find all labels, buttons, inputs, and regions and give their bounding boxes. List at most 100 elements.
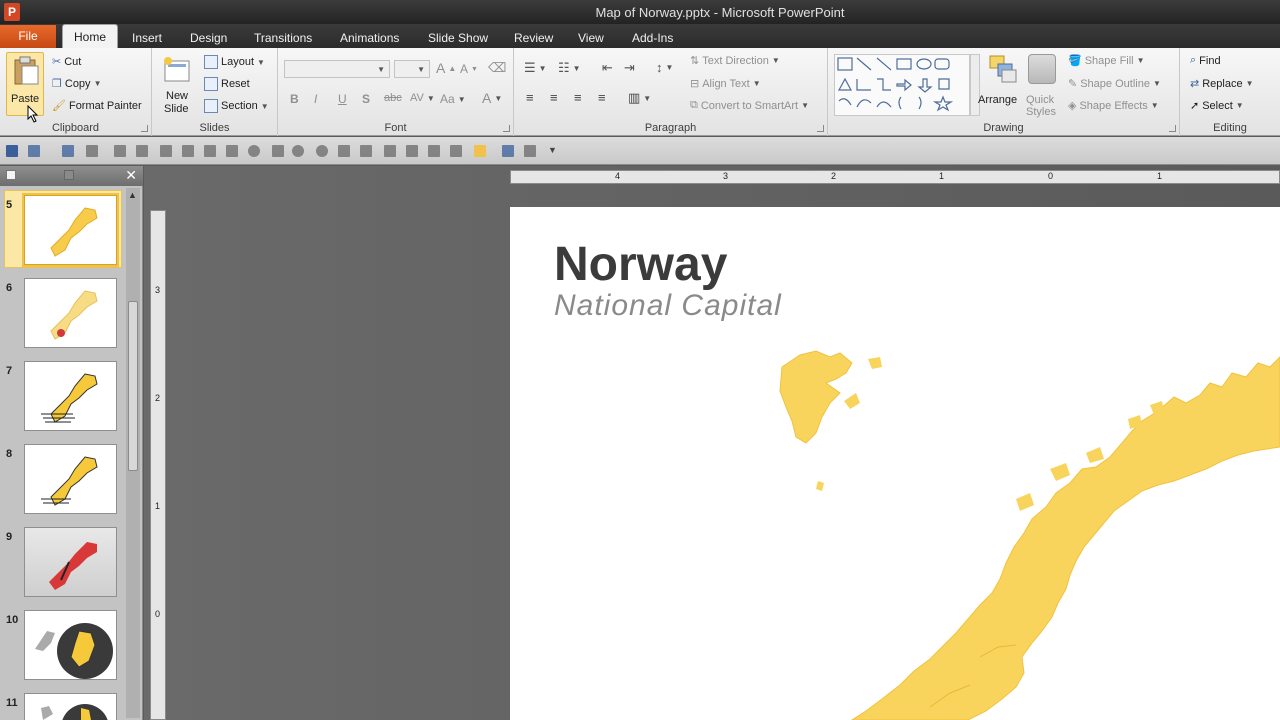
align-icon[interactable]	[86, 145, 98, 157]
send-backward-icon[interactable]	[406, 145, 418, 157]
quick-styles-button[interactable]: Quick Styles	[1026, 52, 1060, 118]
tab-add-ins[interactable]: Add-Ins	[626, 28, 679, 48]
paste-button[interactable]: Paste	[6, 52, 44, 123]
line-icon[interactable]	[450, 145, 462, 157]
select-objects-icon[interactable]	[502, 145, 514, 157]
arrange-button[interactable]: Arrange	[978, 52, 1024, 116]
slide-thumbnail[interactable]	[24, 527, 117, 597]
shrink-font-icon[interactable]: A ▼	[460, 62, 478, 76]
align-center-icon[interactable]: ≡	[550, 90, 558, 105]
save-icon[interactable]	[6, 145, 18, 157]
align-middle-icon[interactable]	[136, 145, 148, 157]
tab-home[interactable]: Home	[62, 24, 118, 48]
ungroup-icon[interactable]	[338, 145, 350, 157]
replace-button[interactable]: ⇄ Replace ▼	[1190, 77, 1254, 91]
align-left-icon[interactable]	[160, 145, 172, 157]
cut-button[interactable]: ✂ Cut	[52, 55, 81, 69]
reset-button[interactable]: Reset	[204, 77, 250, 91]
rotate-icon[interactable]	[248, 145, 260, 157]
tab-design[interactable]: Design	[184, 28, 233, 48]
shadow-icon[interactable]: S	[362, 92, 370, 106]
pen-icon[interactable]	[272, 145, 284, 157]
align-right-icon[interactable]: ≡	[574, 90, 582, 105]
align-text-button[interactable]: ⊟ Align Text ▼	[690, 77, 761, 91]
fill-color-icon[interactable]	[474, 145, 486, 157]
slide-thumbnail[interactable]	[22, 193, 119, 267]
shape-fill-button[interactable]: 🪣 Shape Fill ▼	[1068, 54, 1145, 68]
grow-font-icon[interactable]: A ▲	[436, 60, 456, 76]
tab-review[interactable]: Review	[508, 28, 559, 48]
tab-transitions[interactable]: Transitions	[248, 28, 318, 48]
bullets-icon[interactable]: ☰ ▼	[524, 60, 547, 76]
slide-thumbnail[interactable]	[24, 361, 117, 431]
clear-formatting-icon[interactable]: ⌫	[488, 60, 506, 76]
outline-tab-icon[interactable]	[64, 170, 74, 180]
crop-icon[interactable]	[428, 145, 440, 157]
italic-icon[interactable]: I	[314, 92, 317, 106]
columns-icon[interactable]: ▥ ▼	[628, 90, 651, 106]
group-icon[interactable]	[316, 145, 328, 157]
font-dialog-launcher[interactable]	[503, 125, 510, 132]
slide-thumbnail[interactable]	[24, 610, 117, 680]
slides-tab-icon[interactable]	[6, 170, 16, 180]
redo-icon[interactable]	[62, 145, 74, 157]
slide-canvas[interactable]: Norway National Capital	[510, 207, 1280, 720]
lasso-icon[interactable]	[292, 145, 304, 157]
format-painter-button[interactable]: 🖌 Format Painter	[52, 99, 142, 113]
font-color-icon[interactable]: A ▼	[482, 90, 502, 106]
layout-button[interactable]: Layout ▼	[204, 55, 265, 69]
increase-indent-icon[interactable]: ⇥	[624, 60, 635, 76]
drawing-dialog-launcher[interactable]	[1169, 125, 1176, 132]
find-button[interactable]: ⌕ Find	[1190, 54, 1221, 67]
underline-icon[interactable]: U	[338, 92, 347, 106]
tab-file[interactable]: File	[0, 25, 56, 48]
bold-icon[interactable]: B	[290, 92, 299, 106]
copy-button[interactable]: ❐ Copy ▼	[52, 77, 101, 91]
slide-thumbnail[interactable]	[24, 278, 117, 348]
text-direction-button[interactable]: ⇅ Text Direction ▼	[690, 54, 780, 68]
font-size-dropdown[interactable]: ▼	[394, 60, 430, 78]
character-spacing-icon[interactable]: AV ▼	[410, 92, 435, 104]
close-icon[interactable]: ✕	[125, 167, 137, 184]
paragraph-dialog-launcher[interactable]	[817, 125, 824, 132]
tab-insert[interactable]: Insert	[126, 28, 168, 48]
undo-icon[interactable]	[28, 145, 40, 157]
shape-outline-button[interactable]: ✎ Shape Outline ▼	[1068, 77, 1161, 91]
select-button[interactable]: ➚ Select ▼	[1190, 99, 1244, 113]
strikethrough-icon[interactable]: abc	[384, 92, 402, 104]
text-box-icon[interactable]	[226, 145, 238, 157]
reset-icon	[204, 77, 218, 91]
new-slide-button[interactable]: New Slide	[158, 52, 198, 116]
line-spacing-icon[interactable]: ↕ ▼	[656, 60, 673, 75]
convert-smartart-button[interactable]: ⧉ Convert to SmartArt ▼	[690, 99, 809, 112]
slide-subtitle[interactable]: National Capital	[554, 289, 782, 323]
customize-toolbar-icon[interactable]: ▼	[548, 145, 557, 155]
tab-slide-show[interactable]: Slide Show	[422, 28, 494, 48]
numbering-icon[interactable]: ☷ ▼	[558, 60, 581, 76]
shapes-gallery[interactable]	[834, 54, 970, 116]
slide-thumbnail[interactable]	[24, 444, 117, 514]
scrollbar-thumb[interactable]	[128, 301, 138, 471]
clipboard-dialog-launcher[interactable]	[141, 125, 148, 132]
decrease-indent-icon[interactable]: ⇤	[602, 60, 613, 76]
slide-thumbnail[interactable]	[24, 693, 117, 720]
align-left-icon[interactable]: ≡	[526, 90, 534, 105]
paragraph-group: ☰ ▼ ☷ ▼ ⇤ ⇥ ↕ ▼ ≡ ≡ ≡ ≡ ▥ ▼ ⇅ Text Direction…	[514, 48, 828, 136]
tab-animations[interactable]: Animations	[334, 28, 405, 48]
slide-title[interactable]: Norway	[554, 237, 727, 292]
distribute-icon[interactable]	[114, 145, 126, 157]
align-right-icon[interactable]	[204, 145, 216, 157]
bring-forward-icon[interactable]	[384, 145, 396, 157]
scroll-up-icon[interactable]: ▲	[128, 190, 137, 200]
section-button[interactable]: Section ▼	[204, 99, 269, 113]
shapes-gallery-more[interactable]	[970, 54, 980, 116]
flip-icon[interactable]	[360, 145, 372, 157]
font-name-dropdown[interactable]: ▼	[284, 60, 390, 78]
shape-effects-button[interactable]: ◈ Shape Effects ▼	[1068, 99, 1159, 113]
tab-view[interactable]: View	[572, 28, 610, 48]
justify-icon[interactable]: ≡	[598, 90, 606, 105]
selection-pane-icon[interactable]	[524, 145, 536, 157]
change-case-icon[interactable]: Aa ▼	[440, 92, 466, 106]
copy-label: Copy	[64, 77, 91, 90]
align-center-icon[interactable]	[182, 145, 194, 157]
